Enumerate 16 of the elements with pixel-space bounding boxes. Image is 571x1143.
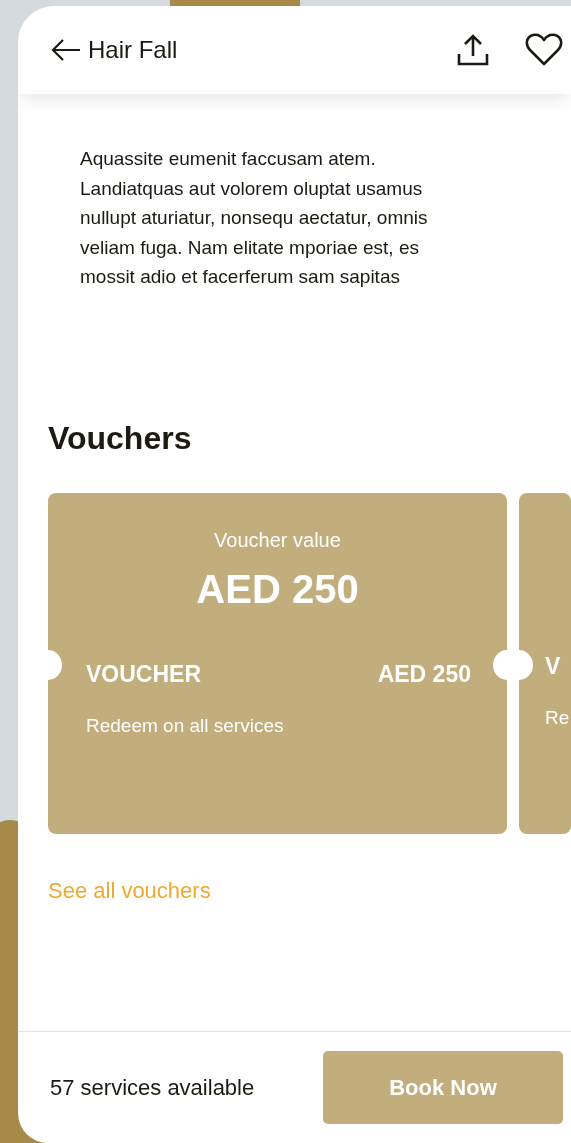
page-title: Hair Fall bbox=[88, 35, 178, 65]
voucher-description: Redeem on all services bbox=[85, 713, 285, 738]
voucher-label: V bbox=[545, 652, 561, 682]
section-heading: Vouchers bbox=[48, 419, 193, 458]
voucher-label: VOUCHER bbox=[86, 660, 201, 690]
voucher-amount: AED 250 bbox=[377, 660, 471, 690]
back-arrow-icon[interactable] bbox=[50, 38, 82, 62]
voucher-description: Re bbox=[544, 705, 571, 730]
see-all-link[interactable]: See all vouchers bbox=[48, 874, 211, 908]
voucher-caption: Voucher value bbox=[213, 528, 342, 554]
services-count: 57 services available bbox=[50, 1074, 255, 1102]
heart-icon[interactable] bbox=[525, 33, 563, 67]
voucher-value: AED 250 bbox=[195, 566, 360, 614]
share-icon[interactable] bbox=[455, 32, 491, 68]
description-text: Aquassite eumenit faccusam atem. Landiatquas aut volorem oluptat usamus nullupt aturiatur, nonsequ aectatur, omnis veliam fuga. Nam elitate mporiae est, es mossit adio et facerferum sam sapitas bbox=[79, 147, 429, 289]
book-now-button[interactable]: Book Now bbox=[323, 1051, 563, 1124]
